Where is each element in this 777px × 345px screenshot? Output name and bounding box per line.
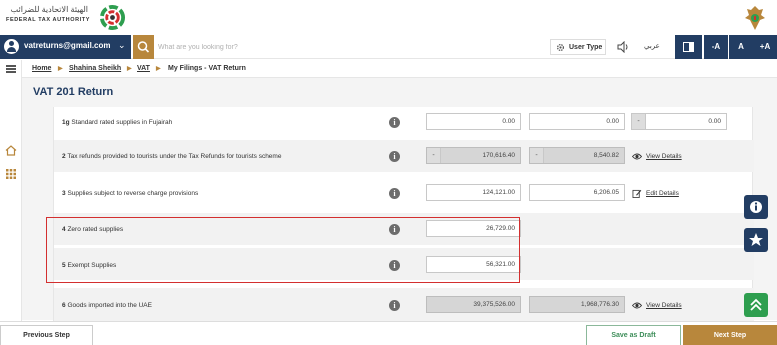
star-icon <box>749 233 763 246</box>
font-increase-button[interactable]: +A <box>753 35 777 59</box>
info-icon[interactable]: i <box>389 188 400 199</box>
top-toolbar: vatreturns@gmail.com ⌄ User Type عربي -A <box>0 35 777 59</box>
adjustment-prefix: - <box>632 114 646 129</box>
speaker-icon[interactable] <box>617 41 630 53</box>
breadcrumb-arrow-icon: ▶ <box>127 66 132 72</box>
vat-value: 8,540.82 <box>593 152 619 159</box>
gear-icon <box>556 43 565 52</box>
fta-english-name: FEDERAL TAX AUTHORITY <box>6 17 90 23</box>
fta-arabic-name: الهيئة الاتحادية للضرائب <box>10 5 88 14</box>
info-icon[interactable]: i <box>389 151 400 162</box>
eye-icon <box>632 302 642 309</box>
page: الهيئة الاتحادية للضرائب FEDERAL TAX AUT… <box>0 0 777 345</box>
account-menu[interactable]: vatreturns@gmail.com ⌄ <box>0 35 131 59</box>
breadcrumb-user[interactable]: Shahina Sheikh <box>69 65 121 72</box>
search-input[interactable] <box>158 38 538 56</box>
footer-actions: Previous Step Save as Draft Next Step <box>0 321 777 345</box>
eye-icon <box>632 153 642 160</box>
amount-prefix: - <box>427 148 441 163</box>
amount-readonly: - 170,616.40 <box>426 147 521 164</box>
row-label: 1g Standard rated supplies in Fujairah <box>62 119 173 126</box>
site-header: الهيئة الاتحادية للضرائب FEDERAL TAX AUT… <box>0 0 777 34</box>
row-label: 3 Supplies subject to reverse charge pro… <box>62 190 199 197</box>
grid-icon[interactable] <box>6 169 16 179</box>
user-icon <box>4 39 19 54</box>
vat-amount-input[interactable]: 6,206.05 <box>529 184 625 201</box>
chevron-down-icon: ⌄ <box>118 40 126 50</box>
table-row: 1g Standard rated supplies in Fujairah i… <box>54 107 754 137</box>
contrast-toggle-button[interactable] <box>675 35 702 59</box>
vat-return-form: 1g Standard rated supplies in Fujairah i… <box>53 107 754 322</box>
info-icon <box>750 201 762 213</box>
vat-amount-readonly: - 8,540.82 <box>529 147 625 164</box>
vat-amount-readonly: 1,968,776.30 <box>529 296 625 313</box>
previous-step-button[interactable]: Previous Step <box>0 325 93 345</box>
amount-input[interactable]: 124,121.00 <box>426 184 521 201</box>
uae-emblem-icon <box>745 6 765 30</box>
search-icon <box>137 41 150 53</box>
double-chevron-up-icon <box>750 298 762 311</box>
user-type-selector[interactable]: User Type <box>550 39 606 55</box>
edit-details-link[interactable]: Edit Details <box>632 189 679 198</box>
language-toggle[interactable]: عربي <box>644 42 660 50</box>
scroll-top-button[interactable] <box>744 293 768 317</box>
info-icon[interactable]: i <box>389 300 400 311</box>
adjustment-value: 0.00 <box>708 118 721 125</box>
breadcrumb: Home ▶ Shahina Sheikh ▶ VAT ▶ My Filings… <box>22 60 777 78</box>
font-decrease-button[interactable]: -A <box>704 35 728 59</box>
amount-readonly: 39,375,526.00 <box>426 296 521 313</box>
contrast-icon <box>683 42 694 52</box>
search-button[interactable] <box>133 35 154 59</box>
edit-icon <box>632 189 642 198</box>
hamburger-menu-icon[interactable] <box>6 65 16 73</box>
save-draft-button[interactable]: Save as Draft <box>586 325 681 345</box>
page-title: VAT 201 Return <box>33 86 114 98</box>
table-row: 2 Tax refunds provided to tourists under… <box>54 140 754 172</box>
amount-input[interactable]: 0.00 <box>426 113 521 130</box>
breadcrumb-arrow-icon: ▶ <box>156 66 161 72</box>
breadcrumb-vat[interactable]: VAT <box>137 65 150 72</box>
left-sidebar <box>0 60 22 345</box>
info-icon[interactable]: i <box>389 117 400 128</box>
breadcrumb-arrow-icon: ▶ <box>58 66 63 72</box>
table-row: 6 Goods imported into the UAE i 39,375,5… <box>54 288 754 322</box>
view-details-link[interactable]: View Details <box>632 153 682 160</box>
home-icon[interactable] <box>5 145 17 156</box>
next-step-button[interactable]: Next Step <box>683 325 777 345</box>
adjustment-input[interactable]: - 0.00 <box>631 113 727 130</box>
font-normal-button[interactable]: A <box>729 35 753 59</box>
fta-emblem-icon <box>99 4 126 31</box>
row-label: 2 Tax refunds provided to tourists under… <box>62 153 282 160</box>
amount-value: 170,616.40 <box>482 152 515 159</box>
info-float-button[interactable] <box>744 195 768 219</box>
breadcrumb-current: My Filings - VAT Return <box>168 65 246 72</box>
account-email: vatreturns@gmail.com <box>24 41 111 50</box>
user-type-label: User Type <box>569 44 603 51</box>
favorite-float-button[interactable] <box>744 228 768 252</box>
main-content: VAT 201 Return 1g Standard rated supplie… <box>22 78 777 322</box>
view-details-link[interactable]: View Details <box>632 302 682 309</box>
breadcrumb-home[interactable]: Home <box>32 65 51 72</box>
table-row: 3 Supplies subject to reverse charge pro… <box>54 175 754 209</box>
fta-logo[interactable]: الهيئة الاتحادية للضرائب FEDERAL TAX AUT… <box>6 4 126 32</box>
vat-prefix: - <box>530 148 544 163</box>
vat-amount-input[interactable]: 0.00 <box>529 113 625 130</box>
row-label: 6 Goods imported into the UAE <box>62 302 152 309</box>
highlight-annotation <box>46 217 520 283</box>
